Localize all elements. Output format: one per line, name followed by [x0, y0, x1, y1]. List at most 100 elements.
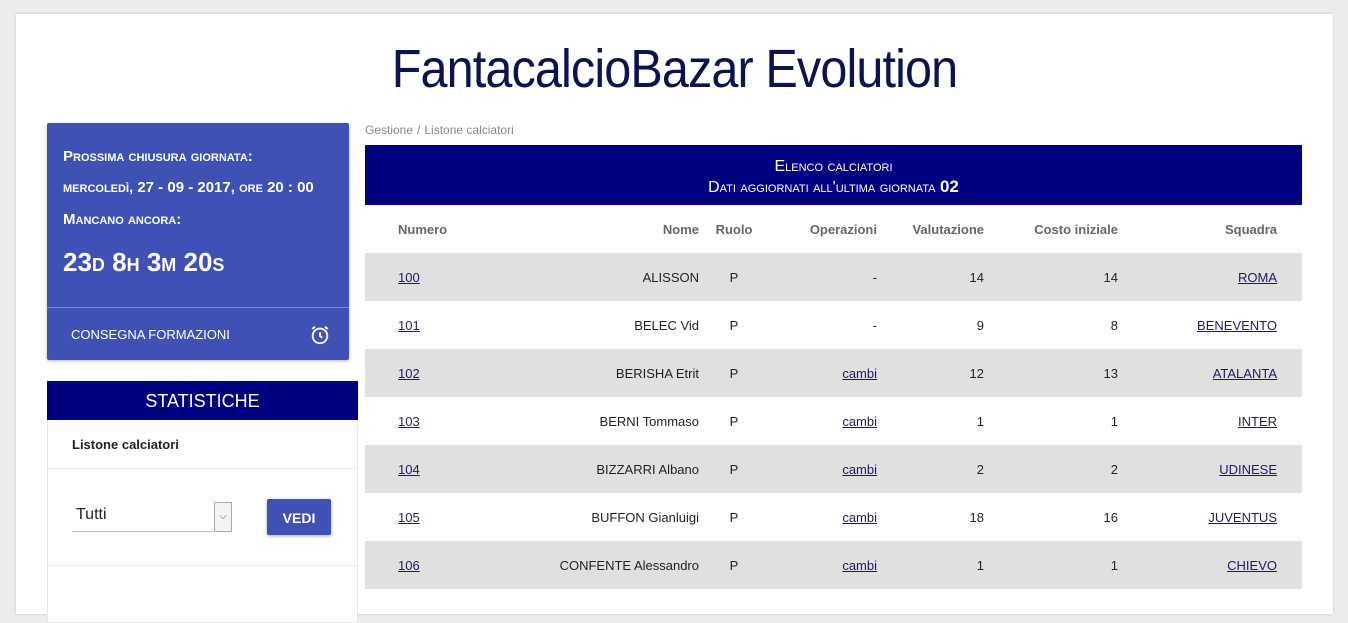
- player-number-link[interactable]: 101: [398, 318, 420, 333]
- table-row: 100 ALISSON P - 14 14 ROMA: [365, 253, 1302, 301]
- player-number-link-cell: 103: [365, 397, 457, 445]
- statistiche-card: STATISTICHE Listone calciatori Tutti ⌵ V…: [47, 381, 358, 623]
- player-role-cell: P: [699, 253, 769, 301]
- consegna-formazioni-link[interactable]: Consegna formazioni: [71, 327, 230, 342]
- player-costo-cell: 16: [984, 493, 1118, 541]
- player-role-cell: P: [699, 349, 769, 397]
- col-squadra[interactable]: Squadra: [1118, 205, 1302, 253]
- team-link-cell: INTER: [1118, 397, 1302, 445]
- col-ruolo[interactable]: Ruolo: [699, 205, 769, 253]
- table-title: Elenco calciatori: [774, 158, 893, 175]
- player-valutazione: 14: [969, 269, 984, 285]
- player-operations-cell: cambi: [769, 445, 877, 493]
- player-costo-cell: 14: [984, 253, 1118, 301]
- players-table: Numero Nome Ruolo Operazioni Valutazione…: [365, 205, 1302, 589]
- ruolo-select[interactable]: Tutti: [76, 506, 107, 524]
- player-operations[interactable]: cambi: [842, 510, 877, 525]
- countdown-timer: 23d 8h 3m 20s: [63, 247, 225, 277]
- team-link[interactable]: CHIEVO: [1227, 558, 1277, 573]
- breadcrumb-root[interactable]: Gestione: [365, 123, 413, 137]
- player-number-link[interactable]: 100: [398, 270, 420, 285]
- col-operazioni[interactable]: Operazioni: [769, 205, 877, 253]
- player-costo: 1: [1110, 557, 1118, 573]
- player-operations-cell: cambi: [769, 541, 877, 589]
- countdown-remaining-label: Mancano ancora:: [63, 211, 182, 228]
- countdown-divider: [47, 307, 349, 308]
- team-link-cell: ATALANTA: [1118, 349, 1302, 397]
- team-link[interactable]: INTER: [1238, 414, 1277, 429]
- table-row: 103 BERNI Tommaso Pcambi 1 1 INTER: [365, 397, 1302, 445]
- player-costo: 2: [1110, 461, 1118, 477]
- player-valutazione-cell: 1: [877, 397, 984, 445]
- player-costo: 8: [1110, 317, 1118, 333]
- player-costo-cell: 13: [984, 349, 1118, 397]
- player-number-link[interactable]: 104: [398, 462, 420, 477]
- site-title: FantacalcioBazar Evolution: [391, 39, 958, 99]
- player-role: P: [729, 317, 739, 333]
- player-operations-cell: cambi: [769, 493, 877, 541]
- team-link[interactable]: ROMA: [1238, 270, 1277, 285]
- player-valutazione-cell: 1: [877, 541, 984, 589]
- team-link[interactable]: JUVENTUS: [1208, 510, 1277, 525]
- team-link[interactable]: ATALANTA: [1213, 366, 1277, 381]
- player-number-link[interactable]: 106: [398, 558, 420, 573]
- team-link[interactable]: BENEVENTO: [1197, 318, 1277, 333]
- table-header-row: Numero Nome Ruolo Operazioni Valutazione…: [365, 205, 1302, 253]
- player-operations: -: [872, 317, 877, 333]
- team-link[interactable]: UDINESE: [1219, 462, 1277, 477]
- team-link-cell: UDINESE: [1118, 445, 1302, 493]
- countdown-label: Prossima chiusura giornata:: [63, 148, 253, 165]
- player-valutazione-cell: 14: [877, 253, 984, 301]
- table-row: 102 BERISHA Etrit Pcambi 12 13 ATALANTA: [365, 349, 1302, 397]
- col-valutazione[interactable]: Valutazione: [877, 205, 984, 253]
- col-nome[interactable]: Nome: [457, 205, 699, 253]
- player-valutazione: 2: [976, 461, 984, 477]
- col-numero[interactable]: Numero: [365, 205, 457, 253]
- vedi-button[interactable]: VEDI: [267, 499, 331, 535]
- table-row: 104 BIZZARRI Albano Pcambi 2 2 UDINESE: [365, 445, 1302, 493]
- team-link-cell: BENEVENTO: [1118, 301, 1302, 349]
- countdown-date: mercoledì, 27 - 09 - 2017, ore 20 : 00: [63, 179, 314, 196]
- alarm-clock-icon[interactable]: [309, 324, 331, 346]
- player-name: BIZZARRI Albano: [596, 461, 699, 477]
- player-operations[interactable]: cambi: [842, 462, 877, 477]
- player-name-cell: BIZZARRI Albano: [457, 445, 699, 493]
- player-name-cell: BERISHA Etrit: [457, 349, 699, 397]
- player-number-link-cell: 105: [365, 493, 457, 541]
- player-name: BERNI Tommaso: [599, 413, 699, 429]
- player-valutazione: 12: [969, 365, 984, 381]
- listone-table: Elenco calciatori Dati aggiornati all'ul…: [365, 145, 1302, 615]
- player-name: BERISHA Etrit: [615, 365, 699, 381]
- player-number-link[interactable]: 105: [398, 510, 420, 525]
- player-operations[interactable]: cambi: [842, 414, 877, 429]
- player-role-cell: P: [699, 493, 769, 541]
- player-operations[interactable]: cambi: [842, 366, 877, 381]
- player-number-link-cell: 101: [365, 301, 457, 349]
- player-operations-cell: -: [769, 253, 877, 301]
- team-link-cell: ROMA: [1118, 253, 1302, 301]
- table-header-banner: Elenco calciatori Dati aggiornati all'ul…: [365, 145, 1302, 205]
- player-name-cell: BELEC Vid: [457, 301, 699, 349]
- player-valutazione: 18: [969, 509, 984, 525]
- player-number-link-cell: 102: [365, 349, 457, 397]
- statistiche-subtitle: Listone calciatori: [48, 420, 357, 469]
- player-valutazione: 9: [976, 317, 984, 333]
- player-number-link[interactable]: 102: [398, 366, 420, 381]
- player-name-cell: BUFFON Gianluigi: [457, 493, 699, 541]
- player-valutazione-cell: 2: [877, 445, 984, 493]
- statistiche-form: Tutti ⌵ VEDI: [48, 469, 357, 566]
- player-number-link[interactable]: 103: [398, 414, 420, 429]
- table-subtitle-text: Dati aggiornati all'ultima giornata: [708, 179, 936, 196]
- player-name: ALISSON: [642, 269, 699, 285]
- player-name: BELEC Vid: [634, 317, 699, 333]
- player-operations-cell: cambi: [769, 397, 877, 445]
- breadcrumb-separator: /: [417, 123, 421, 137]
- player-valutazione: 1: [976, 557, 984, 573]
- col-costo-iniziale[interactable]: Costo iniziale: [984, 205, 1118, 253]
- player-operations-cell: -: [769, 301, 877, 349]
- player-costo: 1: [1110, 413, 1118, 429]
- player-number-link-cell: 106: [365, 541, 457, 589]
- player-costo-cell: 8: [984, 301, 1118, 349]
- player-operations[interactable]: cambi: [842, 558, 877, 573]
- chevron-down-icon[interactable]: ⌵: [214, 502, 232, 532]
